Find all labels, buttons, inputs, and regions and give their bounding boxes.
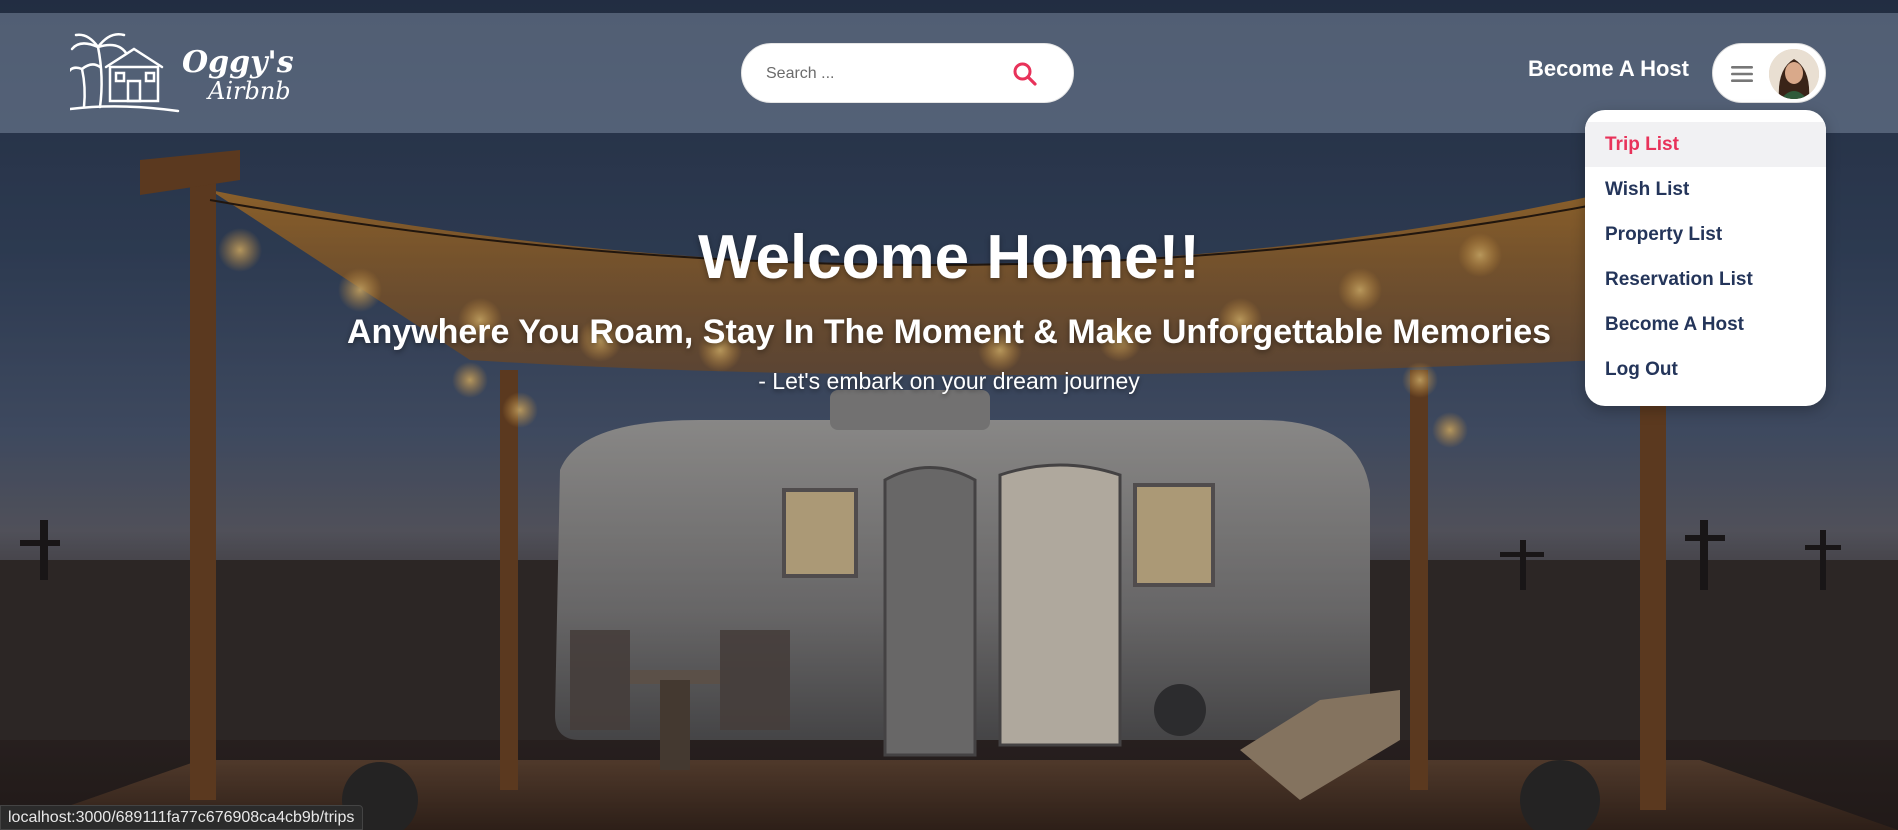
hamburger-icon (1731, 66, 1753, 82)
hero-subtitle: Anywhere You Roam, Stay In The Moment & … (346, 313, 1552, 351)
hero-title: Welcome Home!! (698, 223, 1200, 292)
user-avatar (1769, 49, 1819, 99)
palm-house-logo-icon (66, 33, 180, 113)
search-bar (741, 43, 1074, 103)
logo-line-1: Oggy's (182, 45, 294, 80)
logo-line-2: Airbnb (208, 76, 291, 105)
search-input[interactable] (766, 60, 996, 88)
logo-wordmark: Oggy's Airbnb (182, 47, 294, 104)
menu-item-wish-list[interactable]: Wish List (1585, 167, 1826, 212)
hero-tagline: - Let's embark on your dream journey (758, 368, 1140, 394)
brand-logo[interactable]: Oggy's Airbnb (66, 27, 294, 127)
account-menu-button[interactable] (1712, 43, 1826, 103)
menu-item-trip-list[interactable]: Trip List (1585, 122, 1826, 167)
avatar-portrait-icon (1769, 49, 1819, 99)
status-bar-url: localhost:3000/689111fa77c676908ca4cb9b/… (0, 805, 364, 830)
become-host-link[interactable]: Become A Host (1528, 56, 1689, 82)
search-icon[interactable] (1012, 61, 1038, 87)
